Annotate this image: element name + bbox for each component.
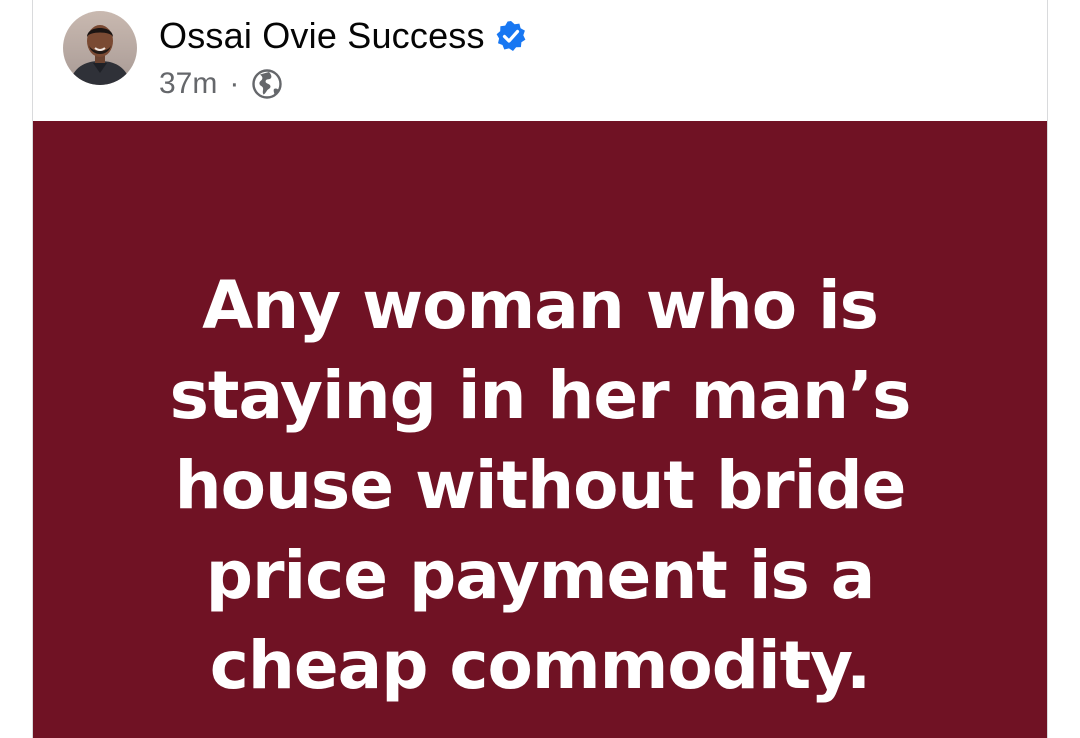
post-header: Ossai Ovie Success 37m ·	[33, 0, 1047, 121]
author-row: Ossai Ovie Success	[159, 14, 527, 58]
post-text-line: staying in her man’s	[169, 357, 912, 434]
post-text: Any woman who is staying in her man’s ho…	[93, 261, 987, 711]
post-timestamp[interactable]: 37m	[159, 64, 217, 104]
avatar-image	[63, 11, 137, 85]
post-card: Ossai Ovie Success 37m · Any woman who i…	[32, 0, 1048, 738]
globe-icon[interactable]	[251, 68, 283, 100]
post-text-line: Any woman who is	[202, 267, 879, 344]
author-name[interactable]: Ossai Ovie Success	[159, 14, 485, 58]
post-text-line: price payment is a	[205, 537, 876, 614]
post-text-line: cheap commodity.	[209, 627, 871, 704]
facebook-post-page: Ossai Ovie Success 37m · Any woman who i…	[0, 0, 1080, 738]
post-meta-row: 37m ·	[159, 64, 283, 104]
post-background: Any woman who is staying in her man’s ho…	[33, 121, 1047, 738]
post-text-line: house without bride	[174, 447, 907, 524]
author-avatar[interactable]	[63, 11, 137, 85]
meta-separator: ·	[229, 67, 240, 100]
verified-badge-icon	[495, 20, 527, 52]
